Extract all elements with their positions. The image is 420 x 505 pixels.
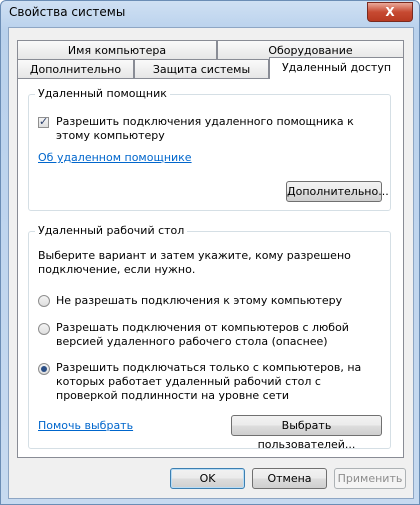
remote-desktop-group-label: Удаленный рабочий стол	[35, 224, 188, 237]
tab-remote[interactable]: Удаленный доступ	[269, 57, 404, 79]
remote-desktop-instructions: Выберите вариант и затем укажите, кому р…	[38, 249, 351, 276]
remote-assistance-group: Удаленный помощник Разрешить подключения…	[28, 87, 391, 211]
close-button[interactable]: X	[367, 2, 413, 22]
radio-allow-any-version-label: Разрешать подключения от компьютеров с л…	[56, 321, 349, 348]
tab-computer-name[interactable]: Имя компьютера	[17, 40, 217, 59]
radio-allow-any-version[interactable]	[38, 323, 50, 335]
allow-remote-assistance-label: Разрешить подключения удаленного помощни…	[56, 115, 354, 142]
remote-tab-panel: Удаленный помощник Разрешить подключения…	[17, 78, 404, 458]
radio-deny-connections[interactable]	[38, 295, 50, 307]
about-remote-assistance-link[interactable]: Об удаленном помощнике	[38, 151, 192, 164]
remote-desktop-group: Удаленный рабочий стол Выберите вариант …	[28, 224, 391, 451]
window-title: Свойства системы	[9, 5, 126, 19]
radio-deny-connections-label: Не разрешать подключения к этому компьют…	[56, 294, 343, 307]
radio-allow-nla-only-label: Разрешить подключаться только с компьюте…	[56, 361, 362, 402]
dialog-client: Имя компьютера Оборудование Дополнительн…	[8, 27, 414, 499]
system-properties-window: Свойства системы X Имя компьютера Оборуд…	[0, 0, 420, 505]
apply-button[interactable]: Применить	[334, 468, 406, 489]
remote-assistance-advanced-button[interactable]: Дополнительно...	[286, 181, 389, 202]
allow-remote-assistance-checkbox[interactable]	[38, 115, 49, 128]
select-users-button[interactable]: Выбрать пользователей...	[231, 415, 382, 451]
cancel-button[interactable]: Отмена	[252, 468, 327, 489]
help-choose-link[interactable]: Помочь выбрать	[38, 419, 133, 432]
tab-advanced[interactable]: Дополнительно	[17, 59, 134, 78]
title-bar[interactable]: Свойства системы X	[1, 1, 419, 25]
remote-assistance-group-label: Удаленный помощник	[35, 87, 170, 100]
ok-button[interactable]: OK	[170, 468, 245, 489]
tab-system-protection[interactable]: Защита системы	[134, 59, 269, 78]
radio-allow-nla-only[interactable]	[38, 363, 50, 375]
close-icon: X	[385, 5, 395, 19]
